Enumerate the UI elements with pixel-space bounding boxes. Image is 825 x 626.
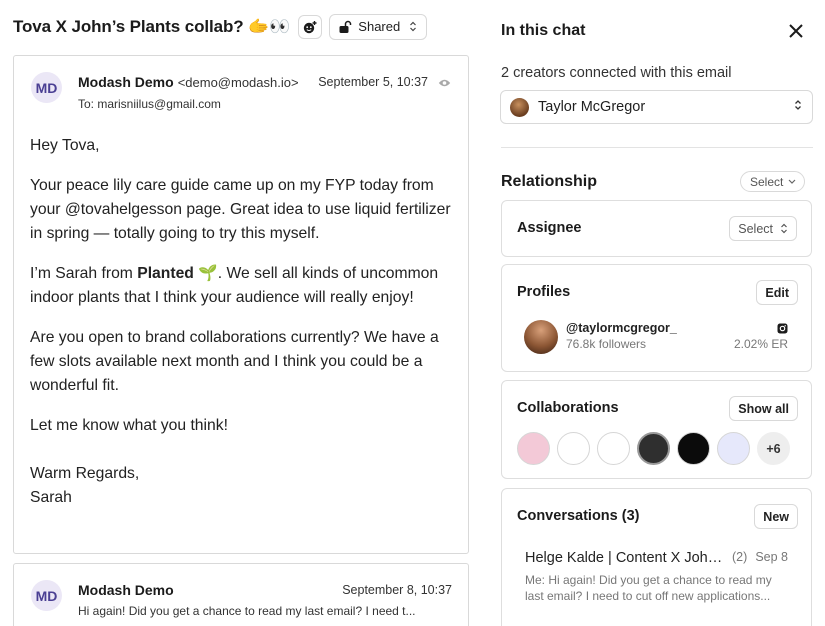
email-paragraph: I’m Sarah from Planted 🌱. We sell all ki… — [30, 262, 455, 310]
email-paragraph: Are you open to brand collaborations cur… — [30, 329, 439, 394]
email-paragraph: Let me know what you think! — [30, 417, 228, 434]
chevron-down-icon — [788, 179, 796, 184]
close-icon — [789, 24, 803, 38]
email-body: Hey Tova, Your peace lily care guide cam… — [30, 134, 455, 510]
shared-label: Shared — [358, 19, 401, 34]
eye-icon[interactable] — [438, 75, 451, 93]
sender-name: Modash Demo — [78, 74, 174, 90]
add-reaction-button[interactable] — [298, 14, 323, 39]
email-thread-pane: Tova X John’s Plants collab? 🫱👀 Shared M… — [0, 0, 482, 626]
chat-info-panel: In this chat 2 creators connected with t… — [482, 0, 825, 626]
relationship-select-label: Select — [750, 174, 784, 189]
assignee-section: Assignee Select — [501, 200, 812, 257]
brand-logo[interactable] — [637, 432, 670, 465]
divider — [501, 147, 813, 148]
email-greeting: Hey Tova, — [30, 137, 100, 154]
conversation-date: Sep 8 — [755, 550, 788, 564]
lock-open-icon — [339, 20, 352, 33]
panel-title: In this chat — [501, 22, 586, 39]
conversation-preview-line: last email? I need to cut off new applic… — [525, 589, 771, 603]
relationship-title: Relationship — [501, 173, 598, 190]
creator-select[interactable]: Taylor McGregor — [500, 90, 813, 124]
show-all-collaborations-button[interactable]: Show all — [729, 396, 798, 421]
profiles-label: Profiles — [517, 284, 571, 300]
conversation-message-count: (2) — [732, 550, 748, 564]
email-signoff: Warm Regards, — [30, 465, 140, 482]
relationship-select[interactable]: Select — [740, 171, 806, 192]
profiles-section: Profiles Edit @taylormcgregor_ 76.8k fol… — [501, 264, 812, 372]
sender-line: Modash Demo <demo@modash.io> — [78, 74, 299, 90]
conversation-preview: Me: Hi again! Did you get a chance to re… — [525, 572, 791, 604]
brand-logo[interactable] — [597, 432, 630, 465]
edit-profiles-button[interactable]: Edit — [756, 280, 798, 305]
email-signature: Sarah — [30, 489, 72, 506]
email-date: September 8, 10:37 — [342, 583, 452, 597]
avatar: MD — [31, 72, 62, 103]
brand-logo[interactable] — [517, 432, 550, 465]
email-date: September 5, 10:37 — [318, 75, 428, 89]
thread-header: Tova X John’s Plants collab? 🫱👀 Shared — [13, 13, 428, 40]
email-message-collapsed[interactable]: MD Modash Demo September 8, 10:37 Hi aga… — [13, 563, 469, 626]
sender-line: Modash Demo — [78, 582, 174, 598]
email-paragraph: Your peace lily care guide came up on my… — [30, 177, 451, 242]
new-conversation-button[interactable]: New — [754, 504, 798, 529]
conversations-label: Conversations (3) — [517, 508, 640, 524]
email-preview: Hi again! Did you get a chance to read m… — [78, 604, 416, 618]
brand-logo[interactable] — [717, 432, 750, 465]
assignee-select-label: Select — [738, 221, 773, 236]
thread-title: Tova X John’s Plants collab? 🫱👀 — [13, 16, 291, 36]
close-panel-button[interactable] — [787, 22, 805, 40]
chevron-updown-icon — [409, 21, 417, 32]
avatar: MD — [31, 580, 62, 611]
chevron-updown-icon — [794, 98, 802, 116]
sender-name: Modash Demo — [78, 582, 174, 598]
creators-count: 2 creators connected with this email — [501, 65, 732, 81]
creator-avatar — [510, 97, 529, 117]
sender-email: <demo@modash.io> — [177, 75, 299, 90]
conversations-section: Conversations (3) New Helge Kalde | Cont… — [501, 488, 812, 626]
collaborations-label: Collaborations — [517, 400, 619, 416]
more-collaborations-badge[interactable]: +6 — [757, 432, 790, 465]
selected-creator: Taylor McGregor — [538, 99, 646, 115]
brand-logo[interactable] — [557, 432, 590, 465]
assignee-label: Assignee — [517, 220, 582, 236]
chevron-updown-icon — [780, 223, 788, 234]
shared-visibility-select[interactable]: Shared — [329, 13, 428, 40]
profile-followers: 76.8k followers — [566, 337, 647, 351]
assignee-select[interactable]: Select — [729, 216, 797, 241]
conversation-title[interactable]: Helge Kalde | Content X John’s Plants — [525, 550, 725, 566]
profile-handle[interactable]: @taylormcgregor_ — [566, 321, 677, 335]
email-text: I’m Sarah from — [30, 265, 138, 282]
conversation-preview-line: Me: Hi again! Did you get a chance to re… — [525, 573, 772, 587]
emoji-icon — [304, 20, 317, 33]
engagement-rate: 2.02% ER — [733, 337, 788, 351]
profile-avatar — [524, 320, 558, 354]
brand-logos: +6 — [517, 432, 797, 465]
brand-logo[interactable] — [677, 432, 710, 465]
email-message[interactable]: MD Modash Demo <demo@modash.io> September… — [13, 55, 469, 554]
email-recipient: To: marisniilus@gmail.com — [78, 97, 221, 111]
collaborations-section: Collaborations Show all +6 — [501, 380, 812, 479]
brand-name: Planted — [137, 265, 194, 282]
